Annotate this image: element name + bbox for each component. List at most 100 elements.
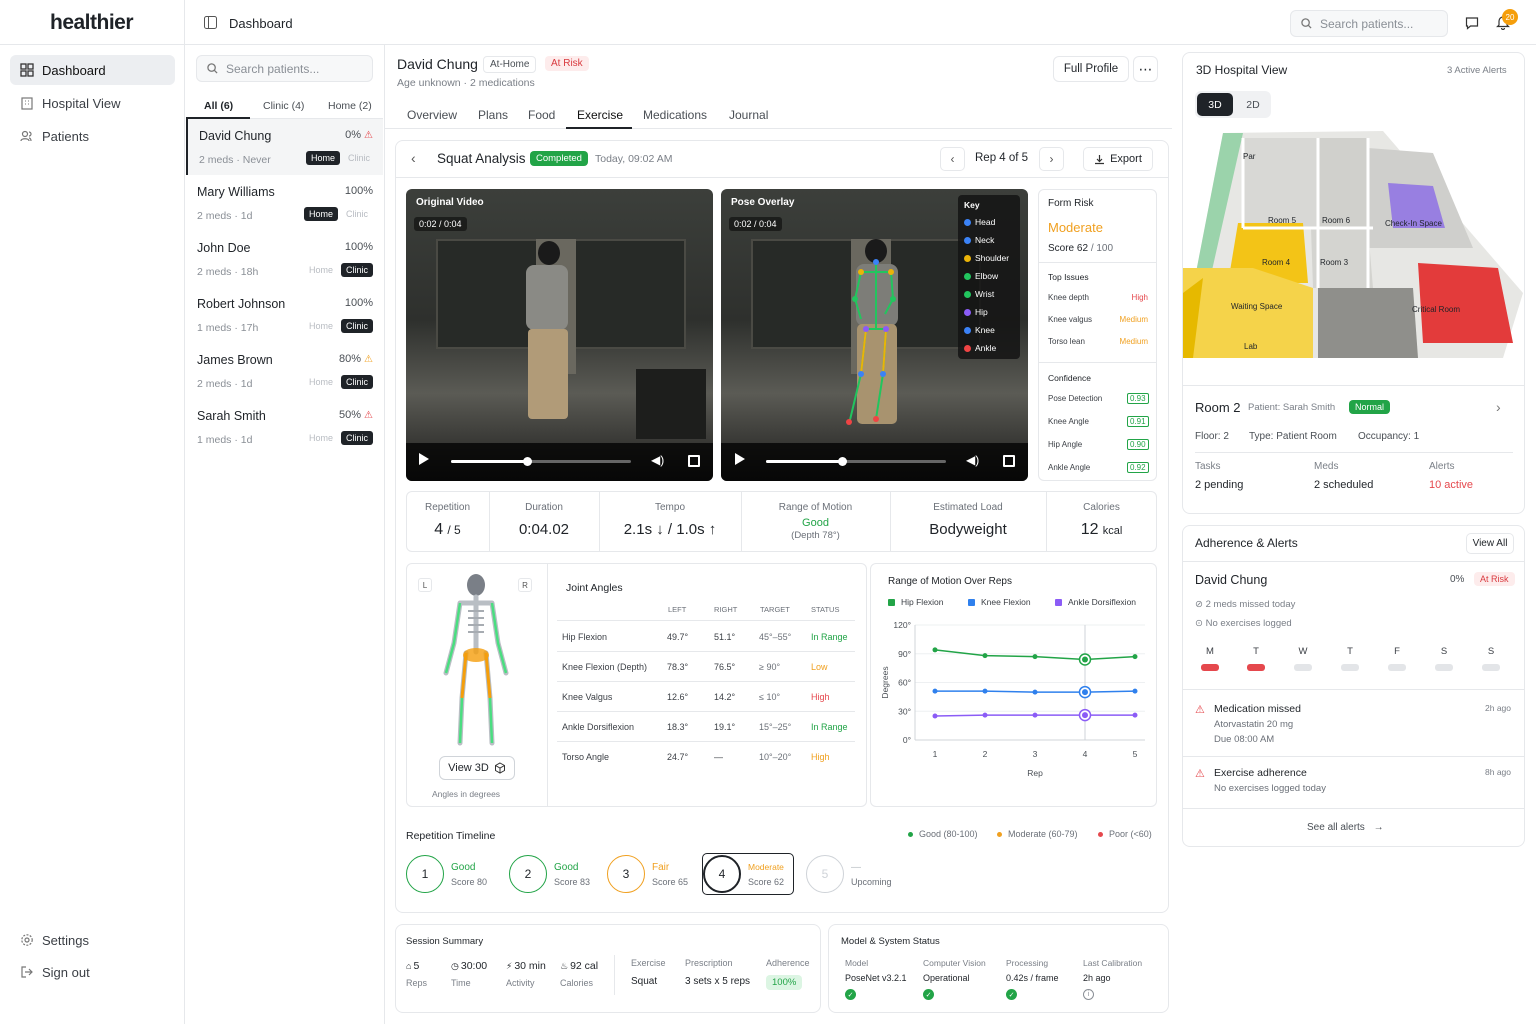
legend-label: Good (80-100)	[919, 829, 978, 839]
metric-label: Reps	[406, 978, 428, 988]
tab-food[interactable]: Food	[528, 108, 555, 122]
patient-list-item[interactable]: Mary Williams 100% 2 meds · 1d Home Clinic	[186, 175, 383, 231]
data-point	[1132, 654, 1138, 660]
filter-tab-home[interactable]: Home (2)	[328, 100, 372, 112]
day-status-bar	[1341, 664, 1359, 671]
patient-list-item[interactable]: Robert Johnson 100% 1 meds · 17h Home Clinic	[186, 287, 383, 343]
see-all-alerts-link[interactable]: See all alerts →	[1307, 822, 1384, 833]
toggle-3d-button[interactable]: 3D	[1197, 93, 1233, 116]
room-chevron-icon[interactable]: ›	[1496, 399, 1501, 415]
hospital-3d-map[interactable]	[1183, 128, 1524, 360]
logout-icon	[21, 966, 33, 978]
pose-skeleton-overlay	[846, 239, 898, 425]
sidebar-item-hospital-view[interactable]: Hospital View	[10, 88, 175, 118]
tab-medications[interactable]: Medications	[643, 108, 707, 122]
day-status-bar	[1388, 664, 1406, 671]
home-tag: Home	[309, 321, 334, 331]
check-circle-icon: ✓	[845, 989, 856, 1000]
sidebar-toggle-icon[interactable]	[204, 16, 217, 29]
more-button[interactable]: ⋯	[1133, 56, 1158, 82]
sidebar-item-sign-out[interactable]: Sign out	[10, 957, 175, 987]
room-label: Check-In Space	[1385, 219, 1442, 228]
full-profile-button[interactable]: Full Profile	[1053, 56, 1129, 82]
metric-label: Time	[451, 978, 471, 988]
model-status-title: Model & System Status	[841, 936, 940, 947]
clinic-tag: Clinic	[341, 263, 374, 277]
patient-adherence: 50% ⚠	[339, 409, 373, 421]
top-search-input[interactable]: Search patients...	[1290, 10, 1448, 37]
prev-rep-button[interactable]: ‹	[940, 147, 965, 171]
view-all-button[interactable]: View All	[1466, 533, 1514, 554]
metric-value: 5	[413, 960, 420, 972]
original-video-player[interactable]	[406, 189, 713, 481]
rep-circle[interactable]: 1	[406, 855, 444, 893]
rep-circle[interactable]: 2	[509, 855, 547, 893]
sidebar-item-patients[interactable]: Patients	[10, 121, 175, 151]
patient-list-item[interactable]: John Doe 100% 2 meds · 18h Home Clinic	[186, 231, 383, 287]
metric-icon: ♨	[560, 961, 569, 971]
pose-key-legend: Key Head Neck Shoulder Elbow Wrist Hip Knee Ank…	[958, 195, 1020, 359]
export-button[interactable]: Export	[1083, 147, 1153, 171]
fullscreen-icon[interactable]	[1003, 455, 1015, 467]
toggle-2d-button[interactable]: 2D	[1236, 93, 1270, 116]
view-3d-button[interactable]: View 3D	[439, 756, 515, 780]
meds-missed: ⊘ 2 meds missed today	[1195, 599, 1295, 610]
y-tick-label: 60°	[898, 678, 911, 688]
day-status-bar	[1294, 664, 1312, 671]
patient-search-input[interactable]: Search patients...	[196, 55, 373, 82]
legend-item: Ankle Dorsiflexion	[1055, 597, 1136, 607]
rep-circle[interactable]: 5	[806, 855, 844, 893]
clock-icon: i	[1083, 989, 1094, 1000]
data-point	[982, 712, 988, 718]
tab-plans[interactable]: Plans	[478, 108, 508, 122]
key-label: Hip	[975, 307, 988, 317]
angle-right: —	[714, 752, 723, 762]
video-scrubber[interactable]	[451, 457, 631, 466]
tab-exercise[interactable]: Exercise	[577, 108, 623, 122]
cube-icon	[494, 762, 505, 774]
patient-name: Mary Williams	[197, 185, 275, 199]
room-label: Room 6	[1322, 216, 1351, 225]
stat-label: Range of Motion	[778, 502, 853, 513]
message-icon[interactable]	[1465, 16, 1479, 30]
play-icon[interactable]	[735, 453, 745, 465]
y-tick-label: 120°	[893, 620, 911, 630]
scrubber-knob[interactable]	[837, 457, 847, 466]
fullscreen-icon[interactable]	[688, 455, 700, 467]
patient-list-item[interactable]: Sarah Smith 50% ⚠ 1 meds · 1d Home Clinic	[186, 399, 383, 455]
next-rep-button[interactable]: ›	[1039, 147, 1064, 171]
angle-name: Torso Angle	[562, 752, 610, 762]
status-badge: Completed	[530, 151, 588, 166]
chevron-right-icon: ›	[1049, 152, 1054, 166]
volume-icon[interactable]: ◀)	[966, 453, 979, 467]
filter-tab-clinic[interactable]: Clinic (4)	[263, 100, 304, 112]
rep-circle[interactable]: 4	[703, 855, 741, 893]
play-icon[interactable]	[419, 453, 429, 465]
volume-icon[interactable]: ◀)	[651, 453, 664, 467]
sidebar-item-dashboard[interactable]: Dashboard	[10, 55, 175, 85]
room-status-badge: Normal	[1349, 400, 1391, 414]
filter-tab-all[interactable]: All (6)	[204, 100, 233, 112]
sidebar-item-settings[interactable]: Settings	[10, 925, 175, 955]
confidence-title: Confidence	[1048, 373, 1092, 383]
rep-circle[interactable]: 3	[607, 855, 645, 893]
stat-sub: (Depth 78°)	[791, 530, 840, 541]
col-left: LEFT	[668, 605, 687, 614]
patient-adherence: 100%	[345, 241, 373, 253]
room-label: Room 4	[1262, 258, 1291, 267]
x-tick-label: 1	[933, 749, 938, 759]
patient-list-item[interactable]: David Chung 0% ⚠ 2 meds · Never Home Clinic	[186, 119, 383, 175]
angle-left: 24.7°	[667, 752, 689, 762]
rep-score: Upcoming	[851, 877, 892, 887]
x-axis-label: Rep	[1027, 768, 1043, 778]
patient-list-item[interactable]: James Brown 80% ⚠ 2 meds · 1d Home Clinic	[186, 343, 383, 399]
patient-name: David Chung	[397, 56, 478, 72]
back-chevron-icon[interactable]: ‹	[411, 150, 416, 166]
tab-overview[interactable]: Overview	[407, 108, 457, 122]
tab-journal[interactable]: Journal	[729, 108, 768, 122]
scrubber-knob[interactable]	[522, 457, 532, 466]
video-scrubber[interactable]	[766, 457, 946, 466]
adherence-percent: 100%	[344, 185, 373, 197]
legend-dot	[1098, 831, 1103, 837]
form-risk-score: Score 62 / 100	[1048, 243, 1113, 254]
